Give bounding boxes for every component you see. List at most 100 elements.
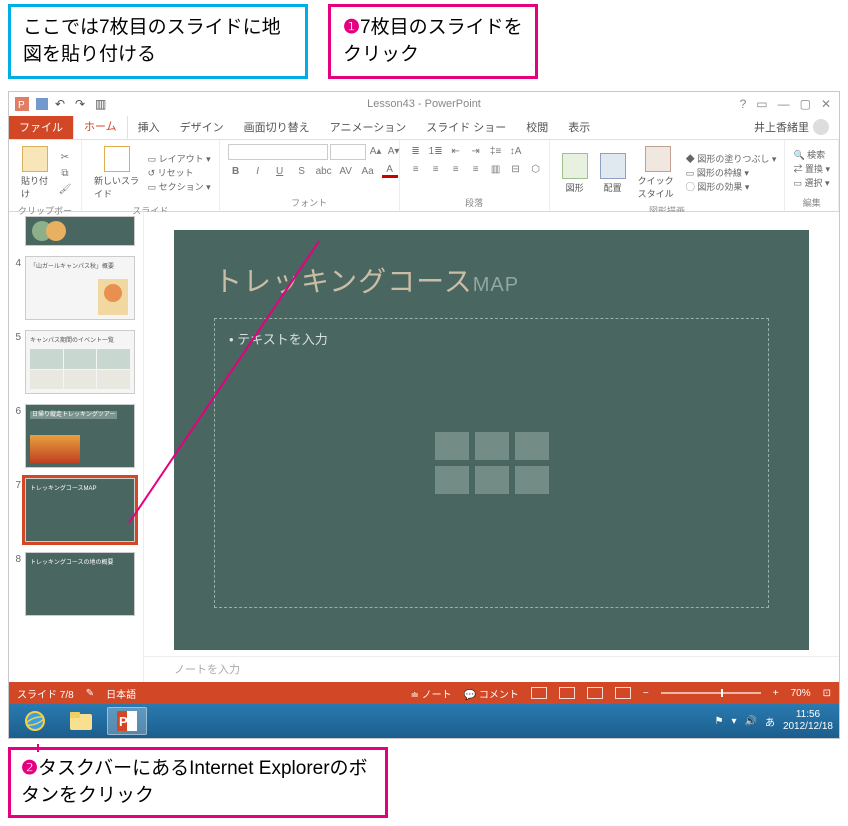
insert-smartart-icon[interactable] bbox=[515, 432, 549, 460]
help-icon[interactable]: ? bbox=[740, 97, 747, 111]
start-from-beginning-icon[interactable]: ▥ bbox=[95, 97, 109, 111]
new-slide-button[interactable]: 新しいスライド bbox=[90, 144, 144, 202]
ribbon-display-icon[interactable]: ▭ bbox=[756, 97, 767, 111]
taskbar-ie-button[interactable] bbox=[15, 707, 55, 735]
tab-file[interactable]: ファイル bbox=[9, 115, 73, 139]
undo-icon[interactable]: ↶ bbox=[55, 97, 69, 111]
decrease-indent-button[interactable]: ⇤ bbox=[448, 144, 464, 158]
shadow-button[interactable]: S bbox=[294, 164, 310, 178]
thumb-7[interactable]: トレッキングコースMAP bbox=[25, 478, 135, 542]
tab-slideshow[interactable]: スライド ショー bbox=[416, 115, 516, 139]
quick-styles-button[interactable]: クイックスタイル bbox=[634, 144, 682, 202]
align-right-button[interactable]: ≡ bbox=[448, 162, 464, 176]
find-button[interactable]: 🔍 検索 bbox=[793, 148, 830, 162]
tab-review[interactable]: 校閲 bbox=[516, 115, 558, 139]
cut-icon[interactable]: ✂ bbox=[57, 150, 73, 164]
layout-button[interactable]: ▭ レイアウト ▾ bbox=[148, 152, 211, 166]
justify-button[interactable]: ≡ bbox=[468, 162, 484, 176]
sorter-view-button[interactable] bbox=[559, 687, 575, 699]
insert-chart-icon[interactable] bbox=[475, 432, 509, 460]
slide-canvas[interactable]: トレッキングコースMAP • テキストを入力 bbox=[174, 230, 809, 650]
avatar-icon bbox=[813, 119, 829, 135]
taskbar-clock[interactable]: 11:56 2012/12/18 bbox=[783, 709, 833, 733]
ribbon-tabs: ファイル ホーム 挿入 デザイン 画面切り替え アニメーション スライド ショー… bbox=[9, 116, 839, 140]
tray-ime-indicator[interactable]: あ bbox=[765, 714, 775, 729]
close-icon[interactable]: ✕ bbox=[821, 97, 831, 111]
slideshow-view-button[interactable] bbox=[615, 687, 631, 699]
insert-online-picture-icon[interactable] bbox=[475, 466, 509, 494]
line-spacing-button[interactable]: ‡≡ bbox=[488, 144, 504, 158]
reading-view-button[interactable] bbox=[587, 687, 603, 699]
align-left-button[interactable]: ≡ bbox=[408, 162, 424, 176]
redo-icon[interactable]: ↷ bbox=[75, 97, 89, 111]
text-direction-button[interactable]: ↕A bbox=[508, 144, 524, 158]
comments-button[interactable]: 💬 コメント bbox=[464, 686, 519, 701]
italic-button[interactable]: I bbox=[250, 164, 266, 178]
zoom-level[interactable]: 70% bbox=[791, 688, 811, 699]
fit-to-window-button[interactable]: ⊡ bbox=[823, 688, 831, 699]
account-area[interactable]: 井上香緒里 bbox=[744, 115, 839, 139]
tab-design[interactable]: デザイン bbox=[170, 115, 234, 139]
tray-network-icon[interactable]: ▾ bbox=[731, 716, 736, 727]
tab-animations[interactable]: アニメーション bbox=[320, 115, 417, 139]
insert-video-icon[interactable] bbox=[515, 466, 549, 494]
shape-effects-button[interactable]: ◯ 図形の効果 ▾ bbox=[686, 180, 777, 194]
section-button[interactable]: ▭ セクション ▾ bbox=[148, 180, 211, 194]
insert-table-icon[interactable] bbox=[435, 432, 469, 460]
taskbar-powerpoint-button[interactable]: P bbox=[107, 707, 147, 735]
thumb-3-partial[interactable] bbox=[25, 216, 135, 246]
replace-button[interactable]: ⇄ 置換 ▾ bbox=[793, 162, 830, 176]
paste-button[interactable]: 貼り付け bbox=[17, 144, 53, 202]
strikethrough-button[interactable]: abc bbox=[316, 164, 332, 178]
reset-button[interactable]: ↺ リセット bbox=[148, 166, 211, 180]
shape-fill-button[interactable]: ◆ 図形の塗りつぶし ▾ bbox=[686, 152, 777, 166]
zoom-slider[interactable] bbox=[661, 692, 761, 694]
bold-button[interactable]: B bbox=[228, 164, 244, 178]
zoom-out-button[interactable]: − bbox=[643, 688, 649, 699]
align-text-button[interactable]: ⊟ bbox=[508, 162, 524, 176]
align-center-button[interactable]: ≡ bbox=[428, 162, 444, 176]
char-spacing-button[interactable]: AV bbox=[338, 164, 354, 178]
arrange-button[interactable]: 配置 bbox=[596, 151, 630, 196]
tab-insert[interactable]: 挿入 bbox=[128, 115, 170, 139]
shape-outline-button[interactable]: ▭ 図形の枠線 ▾ bbox=[686, 166, 777, 180]
increase-font-icon[interactable]: A▴ bbox=[368, 144, 384, 158]
insert-picture-icon[interactable] bbox=[435, 466, 469, 494]
columns-button[interactable]: ▥ bbox=[488, 162, 504, 176]
increase-indent-button[interactable]: ⇥ bbox=[468, 144, 484, 158]
notes-pane[interactable]: ノートを入力 bbox=[144, 656, 839, 682]
normal-view-button[interactable] bbox=[531, 687, 547, 699]
smartart-button[interactable]: ⬡ bbox=[528, 162, 544, 176]
minimize-icon[interactable]: — bbox=[778, 97, 790, 111]
slide-title[interactable]: トレッキングコースMAP bbox=[214, 260, 769, 300]
language-indicator[interactable]: 日本語 bbox=[106, 686, 136, 701]
restore-icon[interactable]: ▢ bbox=[800, 97, 811, 111]
spellcheck-icon[interactable]: ✎ bbox=[86, 688, 94, 699]
slide-thumbnail-pane[interactable]: 4 「山ガールキャンパス秋」概要 5 キャンパス期間のイベント一覧 6 日帰り縦 bbox=[9, 212, 144, 682]
bullets-button[interactable]: ≣ bbox=[408, 144, 424, 158]
font-size-combo[interactable] bbox=[330, 144, 366, 160]
select-button[interactable]: ▭ 選択 ▾ bbox=[793, 176, 830, 190]
save-icon[interactable] bbox=[35, 97, 49, 111]
thumb-5[interactable]: キャンパス期間のイベント一覧 bbox=[25, 330, 135, 394]
taskbar-explorer-button[interactable] bbox=[61, 707, 101, 735]
font-family-combo[interactable] bbox=[228, 144, 328, 160]
tab-transitions[interactable]: 画面切り替え bbox=[234, 115, 320, 139]
numbering-button[interactable]: 1≣ bbox=[428, 144, 444, 158]
thumb-8[interactable]: トレッキングコースの地の概要 bbox=[25, 552, 135, 616]
copy-icon[interactable]: ⧉ bbox=[57, 166, 73, 180]
content-placeholder[interactable]: • テキストを入力 bbox=[214, 318, 769, 608]
thumb-4[interactable]: 「山ガールキャンパス秋」概要 bbox=[25, 256, 135, 320]
underline-button[interactable]: U bbox=[272, 164, 288, 178]
shapes-button[interactable]: 図形 bbox=[558, 151, 592, 196]
thumb-6[interactable]: 日帰り縦走トレッキングツアー bbox=[25, 404, 135, 468]
tray-flag-icon[interactable]: ⚑ bbox=[714, 716, 723, 727]
font-color-button[interactable]: A bbox=[382, 164, 398, 178]
zoom-in-button[interactable]: + bbox=[773, 688, 779, 699]
format-painter-icon[interactable]: 🖌 bbox=[57, 182, 73, 196]
tab-home[interactable]: ホーム bbox=[73, 113, 128, 139]
notes-button[interactable]: ≐ ノート bbox=[411, 686, 452, 701]
tray-volume-icon[interactable]: 🔊 bbox=[744, 716, 756, 727]
tab-view[interactable]: 表示 bbox=[558, 115, 600, 139]
change-case-button[interactable]: Aa bbox=[360, 164, 376, 178]
